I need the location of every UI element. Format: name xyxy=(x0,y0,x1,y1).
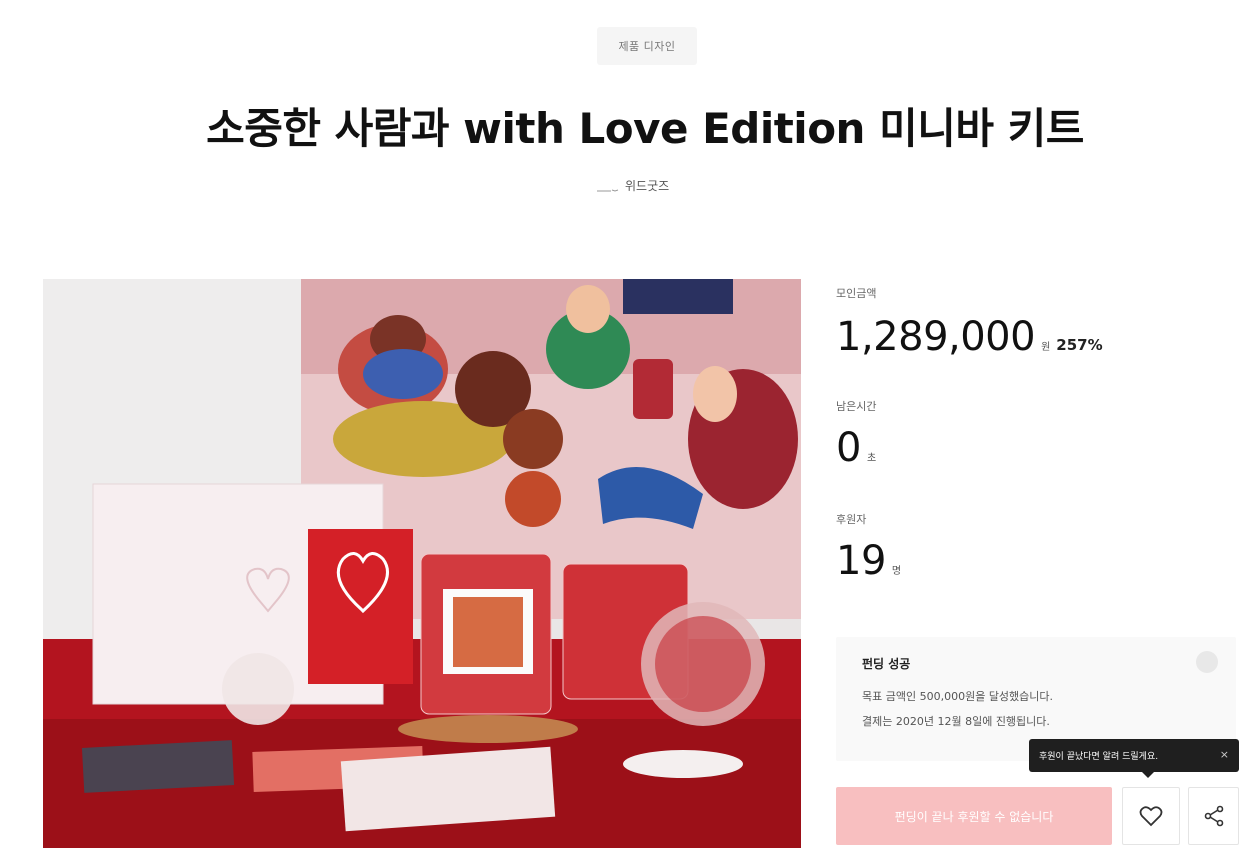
tooltip-text: 후원이 끝났다면 알려 드릴게요. xyxy=(1039,752,1159,762)
backers-number: 19 xyxy=(836,538,886,584)
backers-value: 19 명 xyxy=(836,538,901,584)
funding-goal-text: 목표 금액인 500,000원을 달성했습니다. xyxy=(862,690,1054,703)
help-icon[interactable] xyxy=(1196,651,1218,673)
amount-number: 1,289,000 xyxy=(836,314,1036,360)
like-tooltip: 후원이 끝났다면 알려 드릴게요. × xyxy=(1029,739,1239,778)
amount-value: 1,289,000 원 257% xyxy=(836,314,1103,360)
category-chip[interactable]: 제품 디자인 xyxy=(597,27,697,65)
funding-title: 펀딩 성공 xyxy=(862,657,911,671)
fund-button[interactable]: 펀딩이 끝나 후원할 수 없습니다 xyxy=(836,787,1112,845)
time-label: 남은시간 xyxy=(836,400,877,413)
backers-unit: 명 xyxy=(891,566,902,577)
heart-icon xyxy=(1139,806,1163,827)
backers-label: 후원자 xyxy=(836,513,867,526)
page-title: 소중한 사람과 with Love Edition 미니바 키트 xyxy=(206,104,1084,153)
creator-name[interactable]: 위드굿즈 xyxy=(625,177,669,194)
project-main-image xyxy=(43,279,801,848)
funding-payment-text: 결제는 2020년 12월 8일에 진행됩니다. xyxy=(862,715,1050,728)
creator-avatar xyxy=(597,183,619,192)
amount-percent: 257% xyxy=(1056,336,1103,354)
share-button[interactable] xyxy=(1188,787,1239,845)
amount-unit: 원 xyxy=(1041,342,1051,353)
creator[interactable]: 위드굿즈 xyxy=(597,177,669,194)
like-button[interactable] xyxy=(1122,787,1180,845)
time-value: 0 초 xyxy=(836,425,876,471)
share-icon xyxy=(1204,805,1223,827)
time-number: 0 xyxy=(836,425,861,471)
amount-label: 모인금액 xyxy=(836,287,877,300)
time-unit: 초 xyxy=(866,453,877,464)
tooltip-close-icon[interactable]: × xyxy=(1220,748,1229,761)
